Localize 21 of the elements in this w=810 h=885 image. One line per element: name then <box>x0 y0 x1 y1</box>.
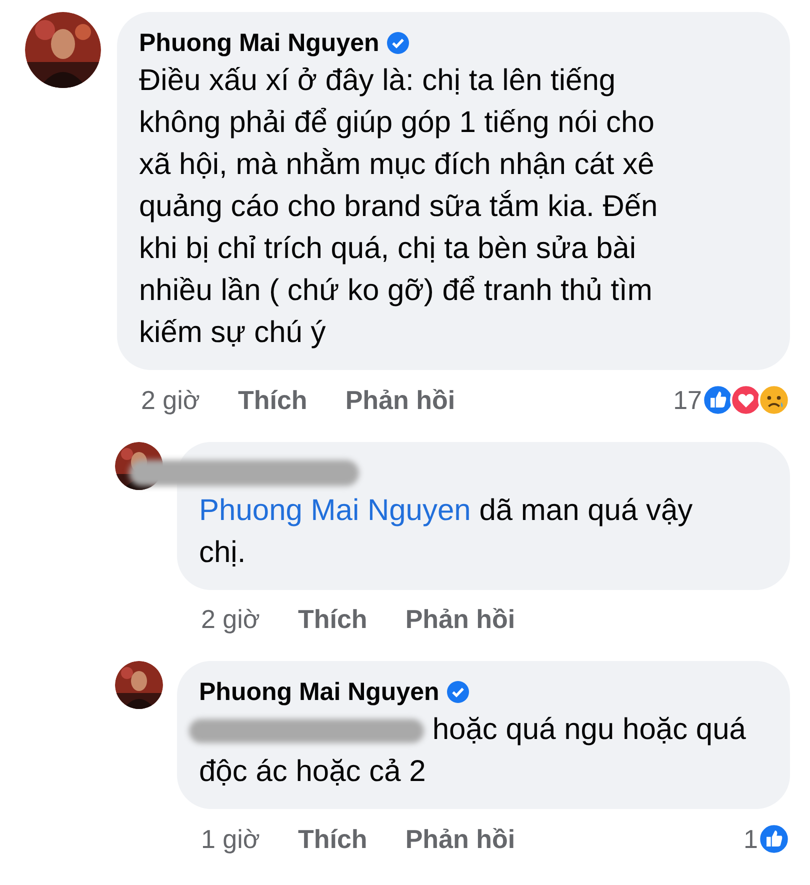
reaction-count[interactable]: 17 <box>673 384 702 416</box>
like-reaction-icon <box>702 384 734 416</box>
sad-face-icon <box>758 384 790 416</box>
author-name[interactable]: Phuong Mai Nguyen <box>139 28 380 58</box>
timestamp[interactable]: 2 giờ <box>201 604 260 635</box>
reply-link[interactable]: Phản hồi <box>405 604 516 635</box>
like-link[interactable]: Thích <box>238 384 308 416</box>
reply-link[interactable]: Phản hồi <box>345 384 456 416</box>
author-name[interactable]: Phuong Mai Nguyen <box>199 678 440 706</box>
reaction-count[interactable]: 1 <box>744 824 758 854</box>
comment-text: Phuong Mai Nguyen dã man quá vậy chị. <box>199 493 694 571</box>
like-link[interactable]: Thích <box>298 604 368 635</box>
heart-reaction-icon <box>730 384 762 416</box>
like-reaction-icon <box>758 823 790 855</box>
comment-text: hoặc quá ngu hoặc quá độc ác hoặc cả 2 <box>199 709 746 793</box>
timestamp[interactable]: 1 giờ <box>201 824 260 854</box>
reply-link[interactable]: Phản hồi <box>405 824 516 854</box>
like-link[interactable]: Thích <box>298 824 368 854</box>
comment-text: Điều xấu xí ở đây là: chị ta lên tiếng không phải để giúp góp 1 tiếng nói cho xã hội, mà nhằm mục đích nhận cát xê quảng cáo cho brand sữa tắm kia. Đến khi bị chỉ trích quá, chị ta bèn sửa bài nhiều lần ( chứ ko gỡ) để tranh thủ tìm kiếm sự chú ý <box>139 63 659 351</box>
mention-link[interactable]: Phuong Mai Nguyen <box>199 494 471 527</box>
timestamp[interactable]: 2 giờ <box>141 384 200 416</box>
